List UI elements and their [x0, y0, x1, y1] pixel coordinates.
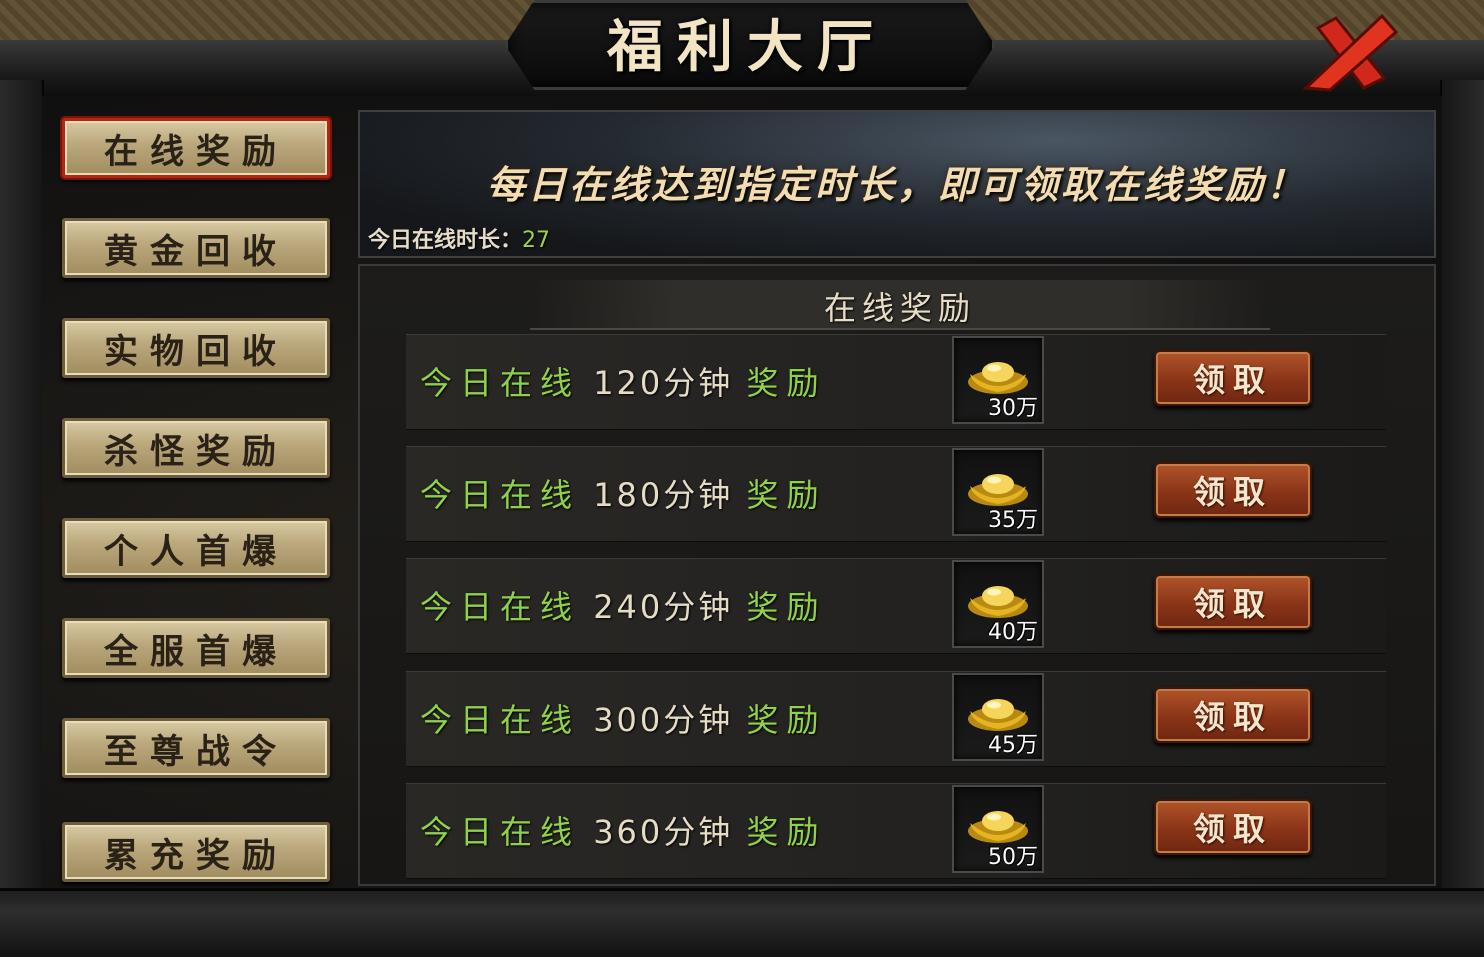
reward-condition: 今日在线 180分钟 奖励: [420, 470, 826, 516]
reward-count: 35万: [988, 508, 1038, 533]
reward-minutes: 180分钟: [580, 476, 747, 514]
menu-button[interactable]: 个人首爆: [62, 518, 330, 578]
close-icon: [1302, 13, 1399, 92]
menu-button[interactable]: 实物回收: [62, 318, 330, 378]
claim-button[interactable]: 领取: [1154, 350, 1312, 406]
online-time: 今日在线时长：27: [368, 222, 550, 254]
menu-button[interactable]: 杀怪奖励: [62, 418, 330, 478]
claim-button[interactable]: 领取: [1154, 687, 1312, 743]
reward-suffix: 奖励: [746, 364, 827, 402]
banner-headline: 每日在线达到指定时长，即可领取在线奖励！: [486, 162, 1307, 207]
close-button[interactable]: [1300, 8, 1400, 94]
reward-prefix: 今日在线: [420, 364, 581, 402]
reward-item-slot[interactable]: 50万: [952, 785, 1044, 873]
reward-condition: 今日在线 240分钟 奖励: [420, 582, 826, 628]
reward-suffix: 奖励: [746, 701, 827, 739]
reward-condition: 今日在线 120分钟 奖励: [420, 358, 826, 404]
online-time-label: 今日在线时长：: [368, 228, 523, 253]
reward-prefix: 今日在线: [420, 476, 581, 514]
reward-minutes: 120分钟: [580, 364, 747, 402]
reward-count: 50万: [988, 845, 1038, 870]
reward-item-slot[interactable]: 35万: [952, 448, 1044, 536]
reward-suffix: 奖励: [746, 813, 827, 851]
frame-left: [0, 80, 44, 910]
online-time-value: 27: [522, 228, 551, 253]
reward-suffix: 奖励: [746, 588, 827, 626]
reward-item-slot[interactable]: 45万: [952, 673, 1044, 761]
reward-count: 40万: [988, 620, 1038, 645]
menu-button[interactable]: 在线奖励: [62, 118, 330, 178]
reward-suffix: 奖励: [746, 476, 827, 514]
reward-condition: 今日在线 360分钟 奖励: [420, 807, 826, 853]
reward-item-slot[interactable]: 40万: [952, 560, 1044, 648]
claim-button[interactable]: 领取: [1154, 799, 1312, 855]
menu-button[interactable]: 累充奖励: [62, 822, 330, 882]
claim-button[interactable]: 领取: [1154, 462, 1312, 518]
reward-prefix: 今日在线: [420, 813, 581, 851]
menu-button[interactable]: 黄金回收: [62, 218, 330, 278]
menu-button[interactable]: 至尊战令: [62, 718, 330, 778]
reward-minutes: 360分钟: [580, 813, 747, 851]
window-title: 福利大厅: [607, 13, 887, 80]
panel-title: 在线奖励: [823, 289, 976, 327]
frame-right: [1440, 80, 1484, 910]
claim-button[interactable]: 领取: [1154, 574, 1312, 630]
frame-bottom: [0, 888, 1484, 957]
reward-count: 45万: [988, 733, 1038, 758]
reward-minutes: 300分钟: [580, 701, 747, 739]
reward-minutes: 240分钟: [580, 588, 747, 626]
reward-item-slot[interactable]: 30万: [952, 336, 1044, 424]
reward-condition: 今日在线 300分钟 奖励: [420, 695, 826, 741]
menu-button[interactable]: 全服首爆: [62, 618, 330, 678]
reward-count: 30万: [988, 396, 1038, 421]
reward-prefix: 今日在线: [420, 701, 581, 739]
reward-prefix: 今日在线: [420, 588, 581, 626]
